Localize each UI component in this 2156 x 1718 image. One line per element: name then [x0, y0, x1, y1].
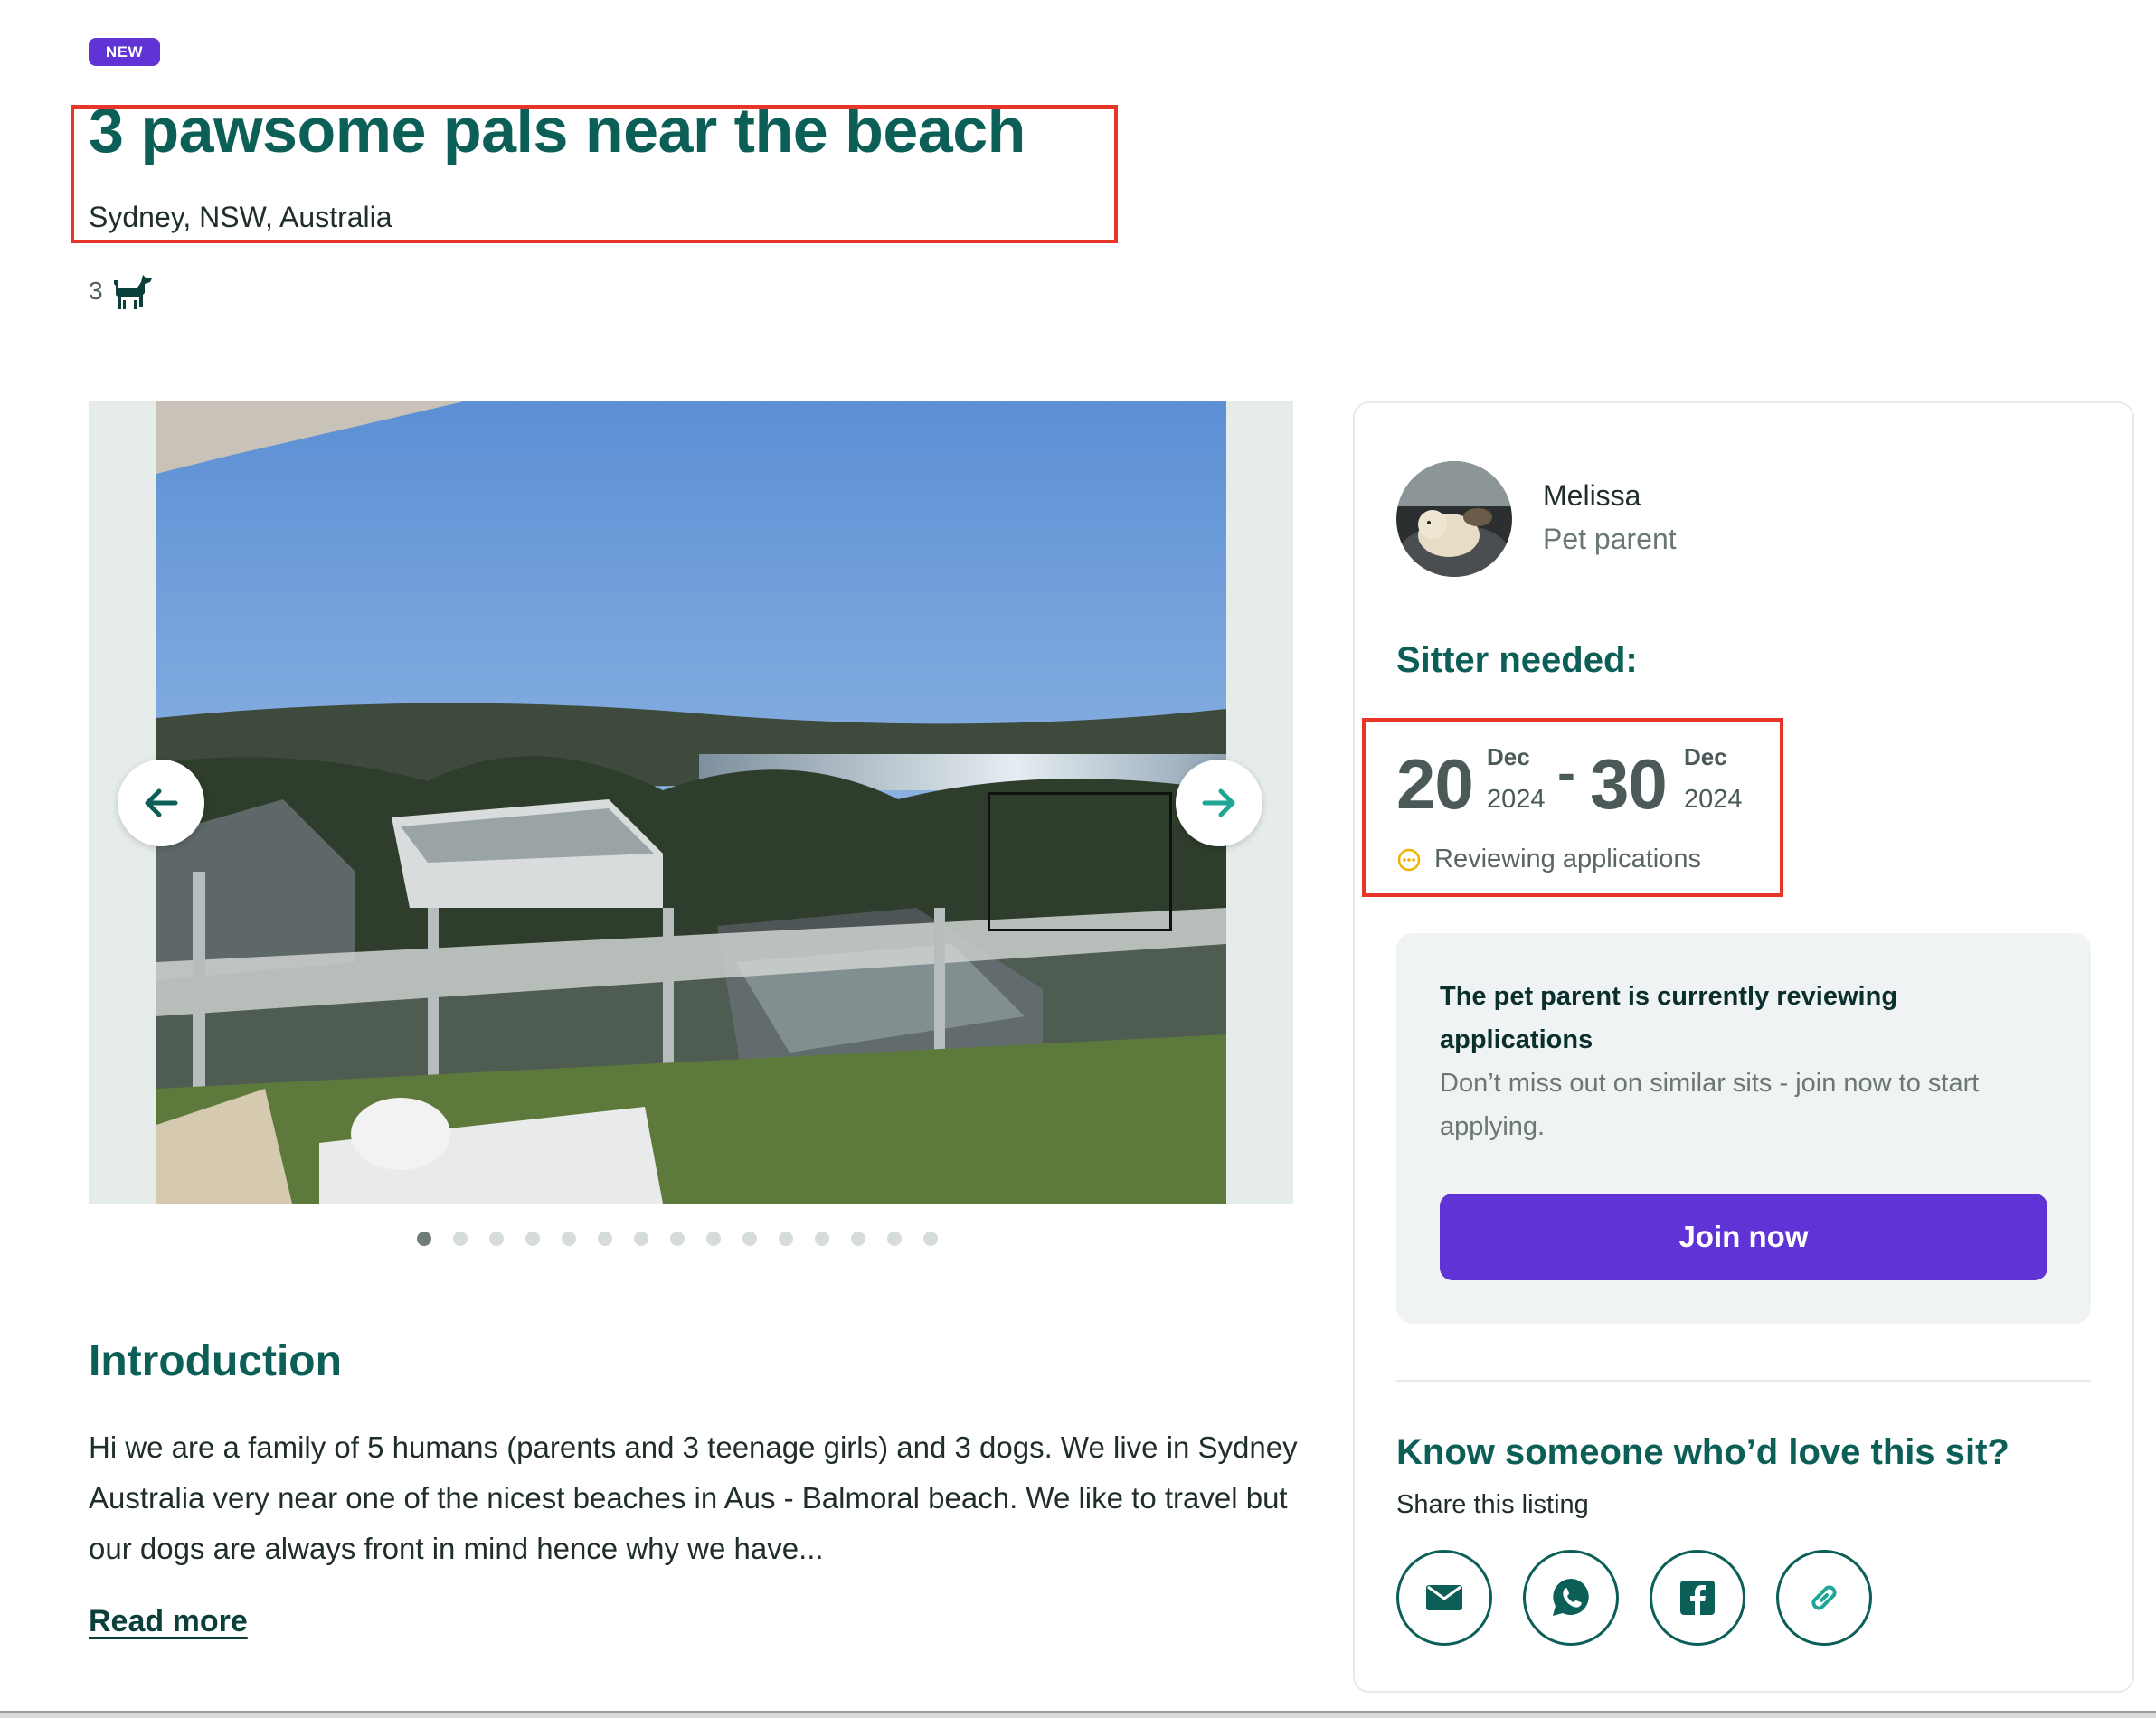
share-copy-link-button[interactable] [1776, 1550, 1872, 1646]
title-highlight-box [71, 105, 1118, 243]
pagination-dot[interactable] [525, 1232, 540, 1246]
review-panel-title: The pet parent is currently reviewing ap… [1440, 982, 1898, 1054]
whatsapp-icon [1553, 1579, 1589, 1616]
link-icon [1811, 1585, 1837, 1610]
arrow-right-icon [1202, 788, 1235, 817]
pagination-dot[interactable] [779, 1232, 793, 1246]
pagination-dot[interactable] [489, 1232, 504, 1246]
pet-count-value: 3 [89, 277, 103, 305]
avatar[interactable] [1396, 461, 1512, 577]
divider [1396, 1380, 2091, 1382]
mail-icon [1426, 1585, 1462, 1610]
pagination-dot[interactable] [706, 1232, 721, 1246]
focus-indicator-box [988, 792, 1172, 931]
owner-name: Melissa [1543, 479, 1641, 512]
review-panel-body: Don’t miss out on similar sits - join no… [1440, 1069, 1980, 1141]
previous-photo-button[interactable] [118, 760, 204, 846]
share-heading: Know someone who’d love this sit? [1396, 1432, 2009, 1472]
introduction-heading: Introduction [89, 1337, 342, 1385]
avatar-image [1396, 461, 1512, 577]
pagination-dot[interactable] [887, 1232, 902, 1246]
owner-role: Pet parent [1543, 523, 1677, 555]
photo-gallery [89, 401, 1293, 1204]
dog-icon [113, 275, 152, 309]
share-buttons [1396, 1550, 1872, 1646]
gallery-pagination [417, 1232, 938, 1246]
pagination-dot[interactable] [851, 1232, 865, 1246]
share-whatsapp-button[interactable] [1523, 1550, 1619, 1646]
pagination-dot[interactable] [923, 1232, 938, 1246]
pagination-dot[interactable] [562, 1232, 576, 1246]
pagination-dot[interactable] [670, 1232, 685, 1246]
introduction-text: Hi we are a family of 5 humans (parents … [89, 1430, 1298, 1565]
pagination-dot[interactable] [598, 1232, 612, 1246]
pagination-dot[interactable] [634, 1232, 648, 1246]
join-now-button[interactable]: Join now [1440, 1194, 2047, 1280]
pagination-dot[interactable] [453, 1232, 468, 1246]
share-facebook-button[interactable] [1650, 1550, 1745, 1646]
share-email-button[interactable] [1396, 1550, 1492, 1646]
sitter-needed-heading: Sitter needed: [1396, 640, 1638, 680]
pagination-dot[interactable] [742, 1232, 757, 1246]
window-status-bar [0, 1711, 2156, 1718]
share-subtitle: Share this listing [1396, 1490, 1589, 1519]
arrow-left-icon [145, 788, 178, 817]
pagination-dot[interactable] [417, 1232, 431, 1246]
next-photo-button[interactable] [1176, 760, 1262, 846]
pagination-dot[interactable] [815, 1232, 829, 1246]
pet-count: 3 [89, 273, 154, 309]
new-badge: NEW [89, 38, 160, 66]
facebook-icon [1680, 1581, 1715, 1615]
read-more-link[interactable]: Read more [89, 1604, 248, 1639]
dates-highlight-box [1362, 718, 1783, 897]
